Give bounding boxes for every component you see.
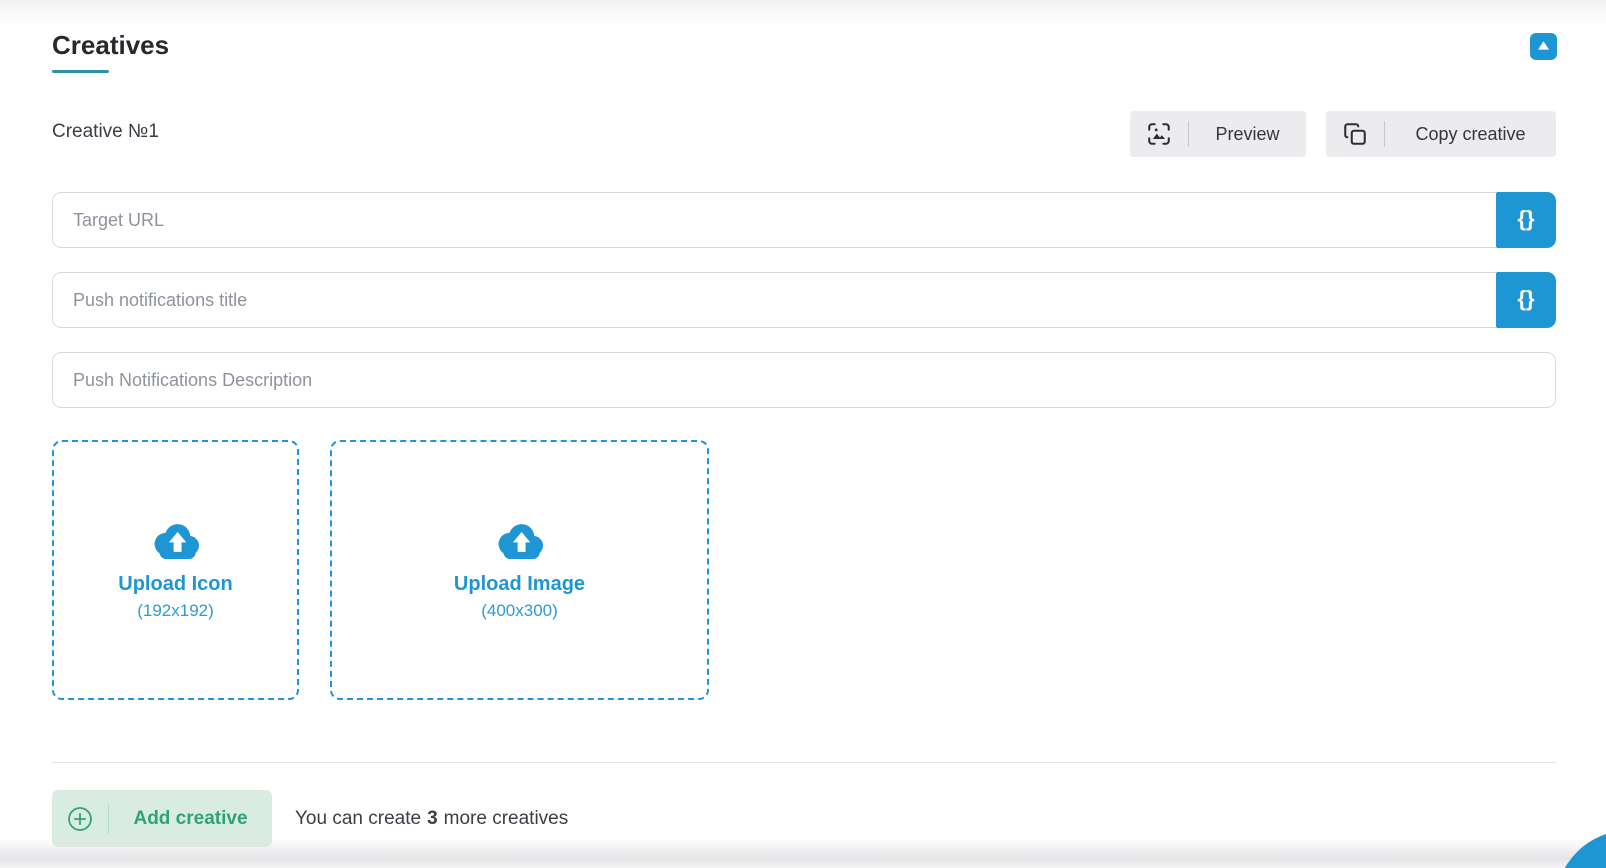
upload-image-size: (400x300) bbox=[481, 601, 558, 621]
preview-button-label: Preview bbox=[1189, 124, 1306, 145]
push-title-input[interactable] bbox=[52, 272, 1496, 328]
cloud-upload-icon bbox=[493, 520, 547, 565]
section-divider bbox=[52, 762, 1556, 763]
page-title: Creatives bbox=[52, 30, 169, 61]
cloud-upload-icon bbox=[149, 520, 203, 565]
note-prefix: You can create bbox=[295, 808, 421, 830]
collapse-section-button[interactable] bbox=[1530, 33, 1557, 60]
target-url-input[interactable] bbox=[52, 192, 1496, 248]
top-edge-fade bbox=[0, 0, 1606, 26]
preview-button[interactable]: Preview bbox=[1130, 111, 1306, 157]
target-url-row: {} bbox=[52, 192, 1556, 248]
image-icon bbox=[1130, 121, 1188, 147]
copy-icon bbox=[1326, 121, 1384, 147]
creatives-section: Creatives Creative №1 Preview bbox=[0, 0, 1606, 868]
title-underline bbox=[52, 70, 109, 73]
upload-image-dropzone[interactable]: Upload Image (400x300) bbox=[330, 440, 709, 700]
note-suffix: more creatives bbox=[444, 808, 569, 830]
braces-icon: {} bbox=[1517, 286, 1534, 312]
floating-action-circle[interactable] bbox=[1555, 830, 1606, 868]
copy-creative-button[interactable]: Copy creative bbox=[1326, 111, 1556, 157]
upload-icon-dropzone[interactable]: Upload Icon (192x192) bbox=[52, 440, 299, 700]
copy-creative-button-label: Copy creative bbox=[1385, 124, 1556, 145]
upload-icon-size: (192x192) bbox=[137, 601, 214, 621]
plus-circle-icon bbox=[52, 805, 108, 833]
push-description-input[interactable] bbox=[52, 352, 1556, 408]
chevron-up-icon bbox=[1537, 38, 1550, 56]
add-creative-button[interactable]: Add creative bbox=[52, 790, 272, 847]
macro-button-target-url[interactable]: {} bbox=[1496, 192, 1556, 248]
add-creative-button-label: Add creative bbox=[109, 808, 272, 830]
creative-number-label: Creative №1 bbox=[52, 121, 159, 143]
push-title-row: {} bbox=[52, 272, 1556, 328]
note-count: 3 bbox=[427, 808, 438, 830]
upload-image-label: Upload Image bbox=[454, 573, 585, 596]
push-description-row bbox=[52, 352, 1556, 408]
creatives-limit-note: You can create 3 more creatives bbox=[295, 790, 568, 847]
braces-icon: {} bbox=[1517, 206, 1534, 232]
macro-button-push-title[interactable]: {} bbox=[1496, 272, 1556, 328]
upload-icon-label: Upload Icon bbox=[118, 573, 232, 596]
